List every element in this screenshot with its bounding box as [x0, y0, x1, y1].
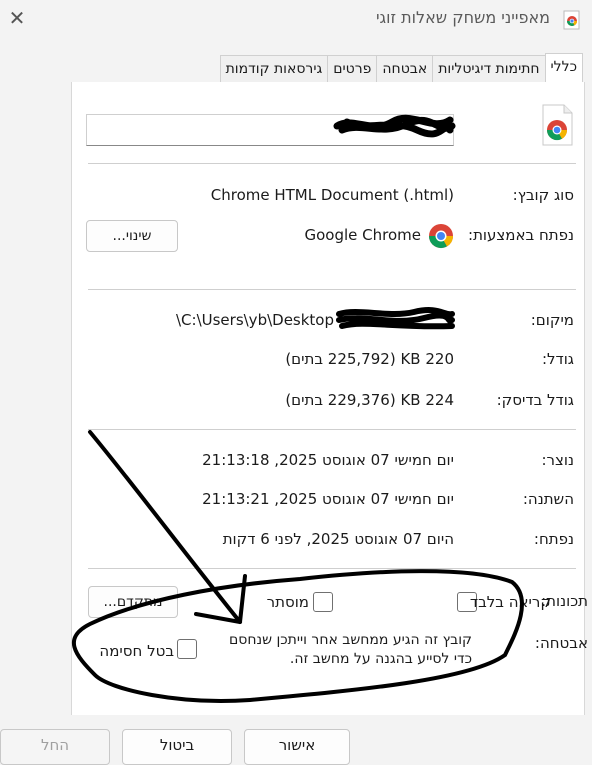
location-value: C:\Users\yb\Desktop\: [175, 311, 334, 329]
modified-label: השתנה:: [522, 490, 574, 508]
title-bar: ✕ מאפייני משחק שאלות זוגי: [0, 0, 592, 40]
tab-strip: כללי חתימות דיגיטליות אבטחה פרטים גירסאו…: [138, 53, 583, 82]
cancel-button[interactable]: ביטול: [122, 729, 232, 765]
tab-security[interactable]: אבטחה: [376, 55, 434, 82]
modified-value: יום חמישי 07 אוגוסט 2025, 21:13:21: [202, 490, 454, 508]
file-type-label: סוג קובץ:: [512, 186, 574, 204]
tab-digital-signatures[interactable]: חתימות דיגיטליות: [432, 55, 546, 82]
chrome-icon: [429, 224, 453, 249]
divider: [88, 163, 576, 164]
tab-previous-versions[interactable]: גירסאות קודמות: [219, 55, 329, 82]
security-text-line1: קובץ זה הגיע ממחשב אחר וייתכן שנחסם: [228, 632, 472, 648]
tab-details[interactable]: פרטים: [327, 55, 378, 82]
divider: [88, 568, 576, 569]
accessed-label: נפתח:: [533, 530, 574, 548]
readonly-label: קריאה בלבד: [469, 593, 551, 611]
window-title: מאפייני משחק שאלות זוגי: [375, 8, 550, 27]
security-text-line2: כדי לסייע בהגנה על מחשב זה.: [289, 651, 472, 667]
location-label: מיקום:: [530, 311, 574, 329]
button-bar: אישור ביטול החל: [0, 715, 592, 765]
security-label: אבטחה:: [534, 634, 588, 652]
chrome-icon: [563, 10, 580, 30]
redaction-scribble: [336, 307, 455, 330]
unblock-label: בטל חסימה: [99, 642, 174, 660]
tab-general[interactable]: כללי: [544, 53, 583, 82]
file-type-value: Chrome HTML Document (.html): [210, 186, 454, 204]
created-value: יום חמישי 07 אוגוסט 2025, 21:13:18: [202, 451, 454, 469]
chrome-file-icon: [542, 104, 573, 146]
change-button[interactable]: שינוי...: [86, 220, 178, 252]
divider: [88, 429, 576, 430]
general-panel: סוג קובץ: Chrome HTML Document (.html) נ…: [71, 82, 588, 751]
opens-with-value: Google Chrome: [304, 226, 422, 244]
ok-button[interactable]: אישור: [244, 729, 350, 765]
created-label: נוצר:: [541, 451, 574, 469]
apply-button[interactable]: החל: [0, 729, 110, 765]
close-icon[interactable]: ✕: [6, 6, 28, 30]
size-value: 220 KB (225,792 בתים): [285, 350, 454, 368]
redaction-scribble: [333, 114, 456, 138]
hidden-label: מוסתר: [266, 593, 309, 611]
accessed-value: היום 07 אוגוסט 2025, לפני 6 דקות: [222, 530, 454, 548]
size-label: גודל:: [541, 350, 574, 368]
size-on-disk-value: 224 KB (229,376 בתים): [285, 391, 454, 409]
opens-with-label: נפתח באמצעות:: [468, 226, 574, 244]
divider: [88, 289, 576, 290]
hidden-checkbox[interactable]: [313, 592, 333, 612]
size-on-disk-label: גודל בדיסק:: [496, 391, 574, 409]
advanced-button[interactable]: מתקדם...: [88, 586, 178, 618]
unblock-checkbox[interactable]: [177, 639, 197, 659]
